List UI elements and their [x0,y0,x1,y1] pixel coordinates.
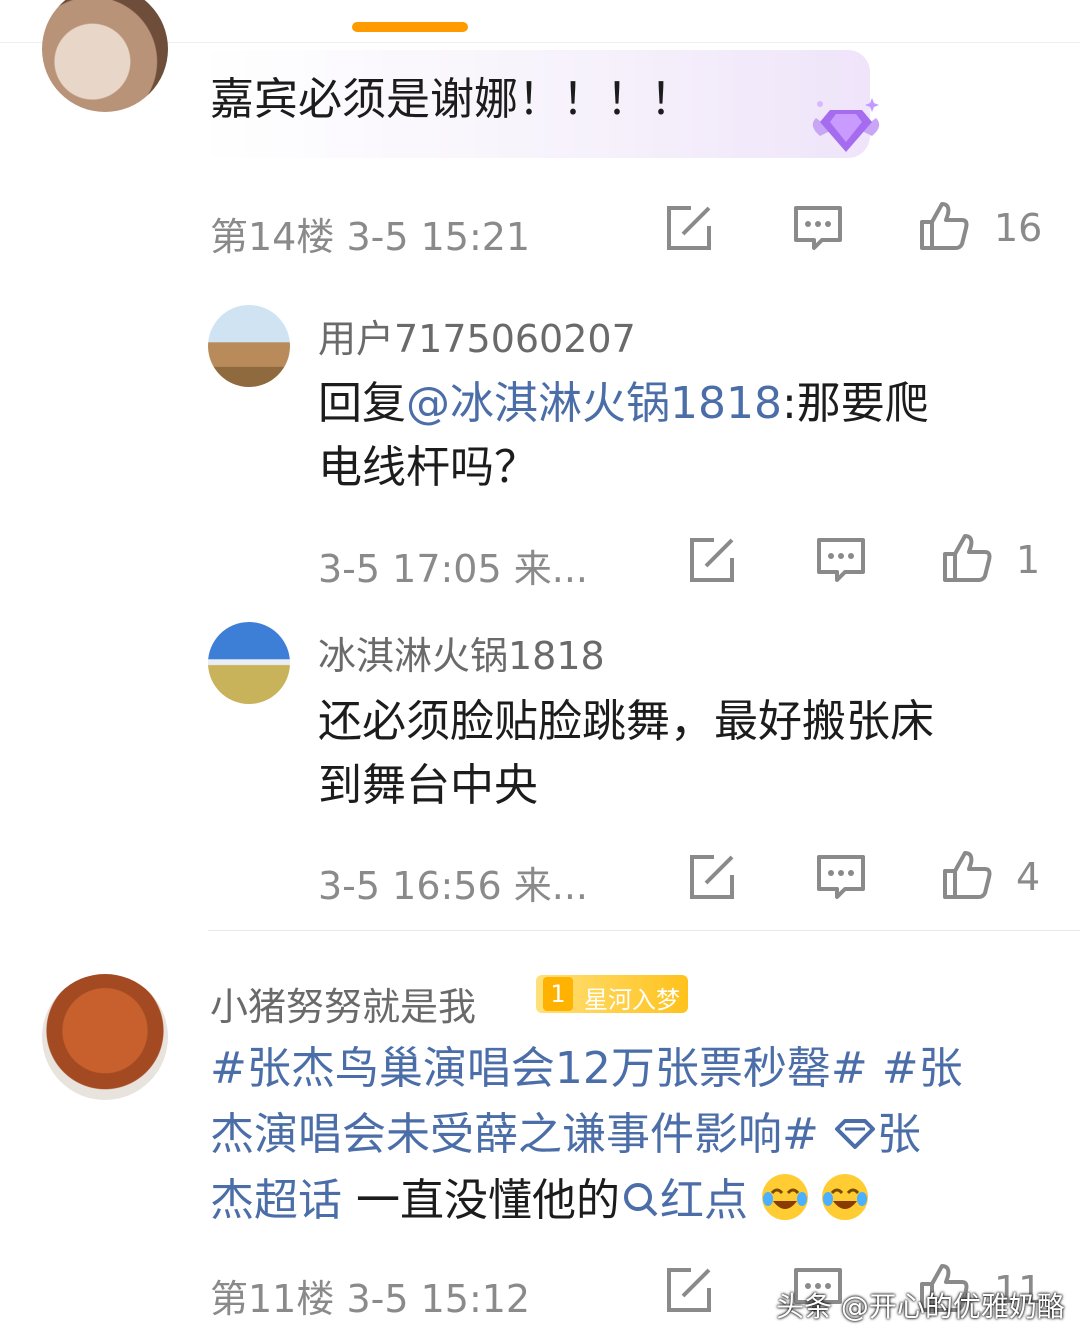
share-icon[interactable] [686,851,738,903]
reply-prefix: 回复 [318,378,406,429]
timestamp: 3-5 15:12 [346,1277,531,1321]
laugh-cry-emoji [822,1174,868,1220]
timestamp: 3-5 17:05 [318,547,502,591]
mention-link[interactable]: @冰淇淋火锅1818 [406,378,782,429]
divider [208,930,1080,931]
username[interactable]: 小猪努努就是我 [210,976,476,1031]
like-icon[interactable] [941,532,993,584]
avatar[interactable] [42,974,168,1100]
avatar[interactable] [42,0,168,112]
comment-text: 嘉宾必须是谢娜！！！！ [210,74,694,125]
watermark: 头条 @开心的优雅奶酪 [776,1290,1065,1323]
comment-icon[interactable] [815,851,867,903]
comment-body: 一直没懂他的 [356,1175,620,1226]
floor-label: 第11楼 [210,1277,335,1321]
share-icon[interactable] [663,1264,715,1316]
laugh-cry-emoji [762,1174,808,1220]
like-count: 16 [994,206,1043,250]
comment-text: 回复@冰淇淋火锅1818:那要爬 电线杆吗？ [318,372,1038,500]
reply-text: 还必须脸贴脸跳舞，最好搬张床 [318,696,934,747]
comment-text: 还必须脸贴脸跳舞，最好搬张床 到舞台中央 [318,690,1058,818]
badge-label: 星河入梦 [584,986,680,1014]
gem-badge-icon [806,96,886,160]
search-icon[interactable] [620,1175,660,1226]
like-count: 4 [1016,855,1041,899]
floor-label: 第14楼 [210,215,335,259]
supertopic-link[interactable]: 张 [877,1109,921,1160]
supertopic-icon[interactable] [833,1109,877,1160]
source-label: 来... [513,547,588,591]
username[interactable]: 冰淇淋火锅1818 [318,625,605,680]
like-count: 1 [1016,538,1041,582]
reply-text: :那要爬 [781,378,929,429]
source-label: 来... [513,864,588,908]
like-icon[interactable] [918,200,970,252]
like-icon[interactable] [941,849,993,901]
avatar[interactable] [208,305,290,387]
timestamp: 3-5 15:21 [346,215,531,259]
topic-link[interactable]: #张 [882,1043,963,1094]
comment-icon[interactable] [815,534,867,586]
supertopic-link[interactable]: 杰超话 [210,1175,342,1226]
topic-link[interactable]: #张杰鸟巢演唱会12万张票秒罄# [210,1043,868,1094]
comment-icon[interactable] [792,202,844,254]
share-icon[interactable] [663,202,715,254]
timestamp: 3-5 16:56 [318,864,502,908]
comment-text: #张杰鸟巢演唱会12万张票秒罄# #张 杰演唱会未受薛之谦事件影响# 张 杰超话… [210,1036,1060,1234]
reply-text-line2: 电线杆吗？ [318,442,538,493]
tab-indicator [352,22,468,32]
reply-text-line2: 到舞台中央 [318,760,538,811]
topic-link[interactable]: 杰演唱会未受薛之谦事件影响# [210,1109,819,1160]
avatar[interactable] [208,622,290,704]
share-icon[interactable] [686,534,738,586]
search-link[interactable]: 红点 [660,1175,748,1226]
username[interactable]: 用户7175060207 [318,308,636,363]
badge-level: 1 [543,977,573,1011]
